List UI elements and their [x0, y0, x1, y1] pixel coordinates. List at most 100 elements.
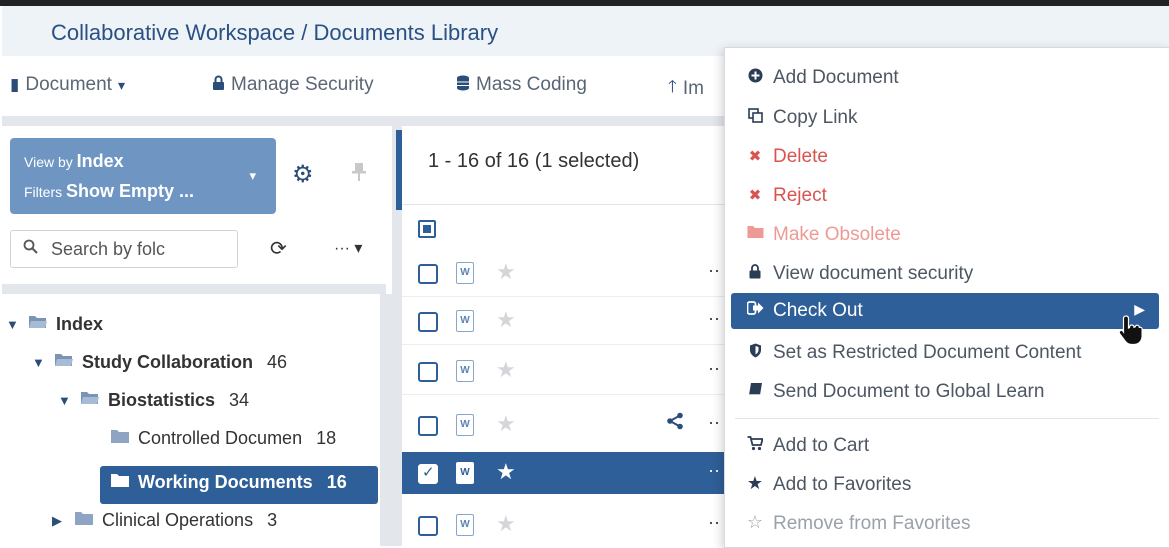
hand-cursor-icon — [1118, 314, 1144, 354]
tree-item-index[interactable]: ▼ Index — [6, 314, 103, 335]
document-menu-button[interactable]: ▮ Document ▾ — [10, 74, 125, 96]
tree-item-label: Study Collaboration — [82, 352, 253, 372]
menu-item-send-global-learn[interactable]: Send Document to Global Learn — [725, 374, 1169, 410]
folder-open-icon — [54, 352, 74, 373]
tree-item-controlled-documents[interactable]: Controlled Documen 18 — [110, 428, 336, 449]
manage-security-button[interactable]: Manage Security — [212, 74, 374, 96]
menu-item-delete[interactable]: ✖ Delete — [725, 139, 1169, 175]
document-row[interactable]: W ★ ·· — [402, 302, 732, 340]
refresh-icon[interactable]: ⟳ — [270, 236, 287, 261]
chevron-down-icon: ▾ — [117, 76, 125, 93]
menu-item-add-document[interactable]: Add Document — [725, 60, 1169, 96]
document-row[interactable]: W ★ ·· — [402, 406, 732, 444]
row-divider — [402, 394, 732, 395]
folder-icon — [110, 472, 130, 493]
menu-item-label: Delete — [773, 146, 828, 167]
folder-search-input[interactable] — [49, 235, 233, 263]
view-by-value: Index — [76, 151, 124, 171]
menu-item-label: Remove from Favorites — [773, 513, 971, 534]
menu-item-label: Send Document to Global Learn — [773, 381, 1045, 402]
row-more-button[interactable]: ·· — [708, 412, 720, 433]
star-icon[interactable]: ★ — [496, 511, 516, 537]
star-icon[interactable]: ★ — [496, 411, 516, 437]
tree-item-label: Biostatistics — [108, 390, 216, 410]
import-button[interactable]: 🡑 Im — [668, 74, 704, 103]
row-more-button[interactable]: ·· — [708, 260, 720, 281]
row-checkbox[interactable] — [418, 264, 438, 284]
folder-panel: View by Index Filters Show Empty ... ▾ ⚙… — [2, 126, 392, 546]
star-icon[interactable]: ★ — [496, 307, 516, 333]
row-more-button[interactable]: ·· — [708, 308, 720, 329]
menu-item-copy-link[interactable]: Copy Link — [725, 100, 1169, 136]
tree-item-label: Clinical Operations — [102, 510, 254, 530]
tree-vertical-scrollbar[interactable] — [380, 294, 392, 546]
document-row[interactable]: W ★ ·· — [402, 352, 732, 390]
row-divider — [402, 296, 732, 297]
star-icon[interactable]: ★ — [496, 357, 516, 383]
mass-coding-button[interactable]: Mass Coding — [456, 74, 587, 96]
menu-item-remove-from-favorites[interactable]: ☆ Remove from Favorites — [725, 506, 1169, 542]
x-icon: ✖ — [748, 148, 762, 165]
menu-item-add-to-cart[interactable]: Add to Cart — [725, 428, 1169, 464]
caret-down-icon[interactable]: ▼ — [32, 355, 46, 370]
folder-icon — [745, 225, 765, 243]
tree-item-count: 34 — [229, 390, 250, 410]
menu-item-make-obsolete[interactable]: Make Obsolete — [725, 217, 1169, 253]
caret-down-icon[interactable]: ▼ — [6, 317, 20, 332]
menu-item-set-restricted[interactable]: Set as Restricted Document Content — [725, 335, 1169, 371]
caret-down-icon[interactable]: ▼ — [58, 393, 72, 408]
tree-horizontal-scrollbar[interactable] — [2, 284, 386, 294]
filters-prefix: Filters — [24, 184, 63, 200]
document-row-selected[interactable]: W ★ ·· — [402, 452, 732, 494]
row-divider — [402, 344, 732, 345]
word-doc-icon: W — [456, 262, 474, 284]
tree-item-count: 16 — [326, 472, 347, 492]
view-selector[interactable]: View by Index Filters Show Empty ... ▾ — [10, 138, 276, 214]
tree-item-label: Working Documents — [138, 472, 313, 492]
arrow-up-icon: 🡑 — [668, 77, 677, 96]
menu-item-label: Check Out — [773, 300, 863, 321]
row-more-button[interactable]: ·· — [708, 460, 720, 481]
caret-right-icon[interactable]: ▶ — [52, 513, 66, 529]
star-filled-icon[interactable]: ★ — [496, 459, 516, 485]
sign-out-icon — [745, 301, 765, 319]
row-more-button[interactable]: ·· — [708, 358, 720, 379]
more-options-button[interactable]: ··· ▾ — [334, 238, 362, 258]
row-checkbox[interactable] — [418, 516, 438, 536]
document-row[interactable]: W ★ ·· — [402, 506, 732, 544]
tree-item-working-documents[interactable]: Working Documents 16 — [110, 472, 347, 493]
tree-item-count: 46 — [267, 352, 288, 372]
word-doc-icon: W — [456, 462, 474, 484]
pin-icon[interactable] — [352, 162, 366, 187]
tree-item-study-collaboration[interactable]: ▼ Study Collaboration 46 — [32, 352, 287, 373]
tree-item-biostatistics[interactable]: ▼ Biostatistics 34 — [58, 390, 249, 411]
menu-item-reject[interactable]: ✖ Reject — [725, 178, 1169, 214]
row-checkbox[interactable] — [418, 362, 438, 382]
select-all-checkbox[interactable] — [418, 220, 436, 238]
star-icon[interactable]: ★ — [496, 259, 516, 285]
gear-icon[interactable]: ⚙ — [292, 160, 314, 189]
search-icon — [23, 239, 38, 259]
row-checkbox[interactable] — [418, 312, 438, 332]
menu-item-label: Add to Favorites — [773, 474, 912, 495]
book-icon — [745, 382, 765, 401]
menu-item-check-out[interactable]: Check Out ▶ — [731, 293, 1159, 329]
tree-item-clinical-operations[interactable]: ▶ Clinical Operations 3 — [52, 510, 277, 531]
share-icon[interactable] — [666, 412, 684, 436]
menu-item-label: Copy Link — [773, 107, 858, 128]
menu-item-add-to-favorites[interactable]: ★ Add to Favorites — [725, 467, 1169, 503]
view-by-line: View by Index — [24, 151, 124, 172]
app-window: Collaborative Workspace / Documents Libr… — [0, 0, 1169, 548]
copy-icon — [745, 108, 765, 127]
menu-item-label: Set as Restricted Document Content — [773, 342, 1082, 363]
lock-icon — [745, 264, 765, 283]
row-more-button[interactable]: ·· — [708, 512, 720, 533]
row-checkbox-checked[interactable] — [418, 463, 438, 484]
menu-item-view-document-security[interactable]: View document security — [725, 256, 1169, 292]
word-doc-icon: W — [456, 310, 474, 332]
x-icon: ✖ — [748, 187, 762, 204]
menu-item-label: Add to Cart — [773, 435, 870, 456]
row-checkbox[interactable] — [418, 416, 438, 436]
document-row[interactable]: W ★ ·· — [402, 254, 732, 292]
manage-security-label: Manage Security — [231, 74, 374, 95]
